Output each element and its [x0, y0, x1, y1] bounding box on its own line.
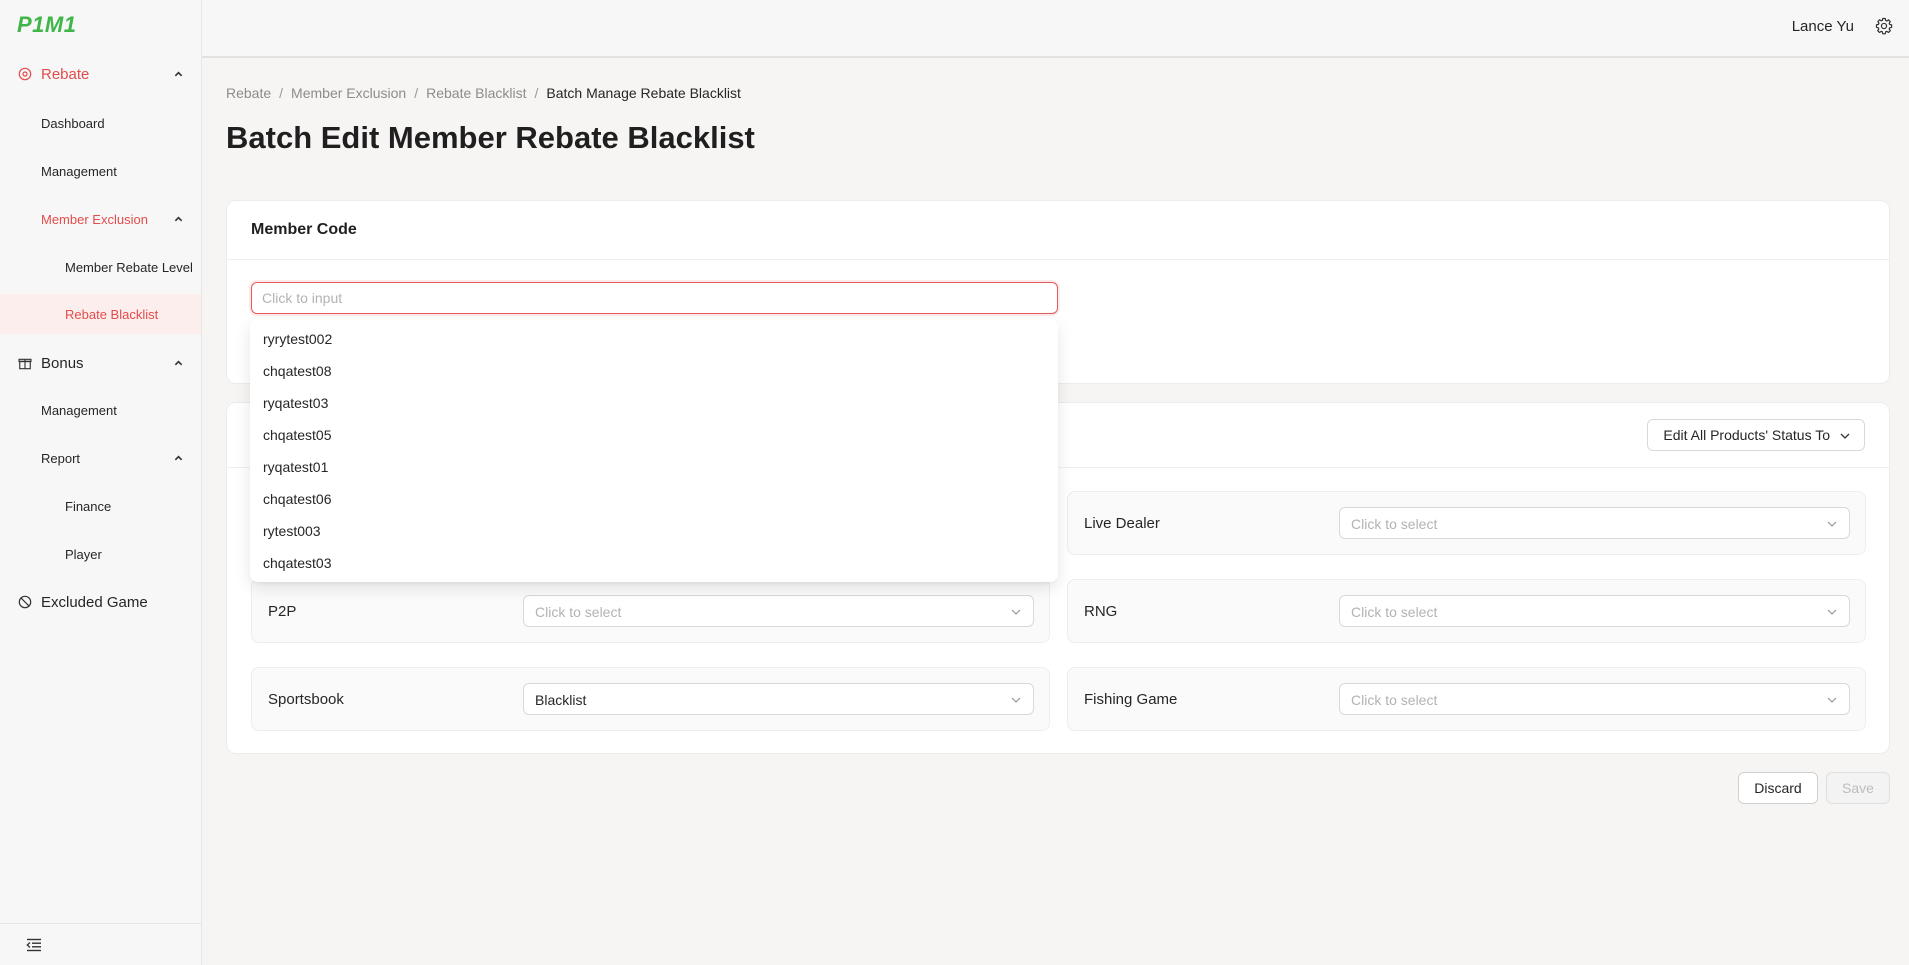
product-label: Fishing Game — [1084, 691, 1178, 708]
sidebar-footer — [0, 923, 201, 965]
top-bar: Lance Yu — [202, 0, 1909, 58]
chevron-up-icon — [174, 455, 183, 461]
product-row-fishing-game: Fishing Game Click to select — [1067, 667, 1866, 731]
product-row-live-dealer: Live Dealer Click to select — [1067, 491, 1866, 555]
select-value: Click to select — [1351, 604, 1438, 620]
chevron-down-icon — [1011, 609, 1021, 615]
select-value: Click to select — [1351, 516, 1438, 532]
rng-select[interactable]: Click to select — [1339, 595, 1850, 627]
edit-all-status-label: Edit All Products' Status To — [1663, 427, 1830, 443]
chevron-down-icon — [1827, 609, 1837, 615]
select-value: Blacklist — [535, 692, 587, 708]
breadcrumb-current: Batch Manage Rebate Blacklist — [546, 85, 741, 101]
sidebar-item-rebate-dashboard[interactable]: Dashboard — [0, 112, 201, 134]
menu-fold-icon[interactable] — [26, 938, 42, 952]
select-value: Click to select — [535, 604, 622, 620]
sidebar-item-label: Member Rebate Level — [65, 260, 193, 275]
member-code-title: Member Code — [251, 221, 357, 238]
product-row-p2p: P2P Click to select — [251, 579, 1050, 643]
chevron-down-icon — [1827, 697, 1837, 703]
chevron-down-icon — [1840, 433, 1850, 439]
member-code-dropdown: ryrytest002 chqatest08 ryqatest03 chqate… — [250, 319, 1058, 582]
product-label: Live Dealer — [1084, 515, 1160, 532]
sidebar-item-finance[interactable]: Finance — [0, 495, 201, 517]
breadcrumb-separator: / — [279, 85, 284, 101]
chevron-down-icon — [1011, 697, 1021, 703]
breadcrumb-rebate-blacklist[interactable]: Rebate Blacklist — [426, 85, 526, 101]
dropdown-option[interactable]: ryrytest002 — [250, 323, 1058, 355]
sidebar-item-player[interactable]: Player — [0, 543, 201, 565]
sidebar-item-label: Rebate Blacklist — [65, 307, 159, 322]
member-code-input[interactable] — [251, 282, 1058, 314]
select-value: Click to select — [1351, 692, 1438, 708]
chevron-up-icon — [174, 216, 183, 222]
chevron-up-icon — [174, 360, 183, 366]
dropdown-option[interactable]: chqatest03 — [250, 547, 1058, 579]
sidebar-item-bonus[interactable]: Bonus — [0, 351, 201, 375]
sidebar-item-rebate-management[interactable]: Management — [0, 160, 201, 182]
sidebar-item-label: Rebate — [41, 66, 90, 83]
dropdown-option[interactable]: ryqatest03 — [250, 387, 1058, 419]
sidebar-item-excluded-game[interactable]: Excluded Game — [0, 590, 201, 614]
sidebar: P1M1 Rebate Dashboard Management Member … — [0, 0, 202, 965]
app-logo: P1M1 — [17, 12, 77, 37]
chevron-up-icon — [174, 71, 183, 77]
sidebar-item-label: Dashboard — [41, 116, 105, 131]
sidebar-item-label: Report — [41, 451, 81, 466]
breadcrumb: Rebate / Member Exclusion / Rebate Black… — [226, 85, 741, 101]
discard-button[interactable]: Discard — [1738, 772, 1818, 804]
chevron-down-icon — [1827, 521, 1837, 527]
product-row-sportsbook: Sportsbook Blacklist — [251, 667, 1050, 731]
sidebar-item-member-rebate-level[interactable]: Member Rebate Level — [0, 256, 201, 278]
breadcrumb-separator: / — [534, 85, 539, 101]
breadcrumb-member-exclusion[interactable]: Member Exclusion — [291, 85, 406, 101]
sidebar-item-rebate-blacklist[interactable]: Rebate Blacklist — [0, 294, 201, 334]
breadcrumb-rebate[interactable]: Rebate — [226, 85, 271, 101]
sidebar-item-label: Member Exclusion — [41, 212, 148, 227]
sportsbook-select[interactable]: Blacklist — [523, 683, 1034, 715]
sidebar-item-bonus-management[interactable]: Management — [0, 399, 201, 421]
fishing-game-select[interactable]: Click to select — [1339, 683, 1850, 715]
dropdown-option[interactable]: chqatest05 — [250, 419, 1058, 451]
sidebar-item-label: Management — [41, 164, 117, 179]
sidebar-item-label: Management — [41, 403, 117, 418]
dropdown-option[interactable]: chqatest08 — [250, 355, 1058, 387]
breadcrumb-separator: / — [414, 85, 419, 101]
dropdown-option[interactable]: ryqatest01 — [250, 451, 1058, 483]
live-dealer-select[interactable]: Click to select — [1339, 507, 1850, 539]
dropdown-option[interactable]: chqatest06 — [250, 483, 1058, 515]
product-label: P2P — [268, 603, 297, 620]
product-label: RNG — [1084, 603, 1118, 620]
p2p-select[interactable]: Click to select — [523, 595, 1034, 627]
block-icon — [18, 595, 32, 609]
sidebar-item-report[interactable]: Report — [0, 447, 201, 469]
product-row-rng: RNG Click to select — [1067, 579, 1866, 643]
gear-icon[interactable] — [1875, 17, 1893, 35]
sidebar-item-rebate[interactable]: Rebate — [0, 62, 201, 86]
gift-icon — [18, 358, 32, 370]
product-label: Sportsbook — [268, 691, 344, 708]
dropdown-option[interactable]: rytest003 — [250, 515, 1058, 547]
user-name[interactable]: Lance Yu — [1792, 18, 1854, 35]
page-title: Batch Edit Member Rebate Blacklist — [226, 120, 755, 155]
divider — [227, 259, 1889, 260]
save-button[interactable]: Save — [1826, 772, 1890, 804]
sidebar-item-label: Finance — [65, 499, 112, 514]
sidebar-item-label: Bonus — [41, 355, 84, 372]
sidebar-item-label: Player — [65, 547, 102, 562]
edit-all-status-button[interactable]: Edit All Products' Status To — [1647, 419, 1865, 451]
sidebar-item-member-exclusion[interactable]: Member Exclusion — [0, 208, 201, 230]
rebate-icon — [18, 67, 32, 81]
sidebar-item-label: Excluded Game — [41, 594, 148, 611]
